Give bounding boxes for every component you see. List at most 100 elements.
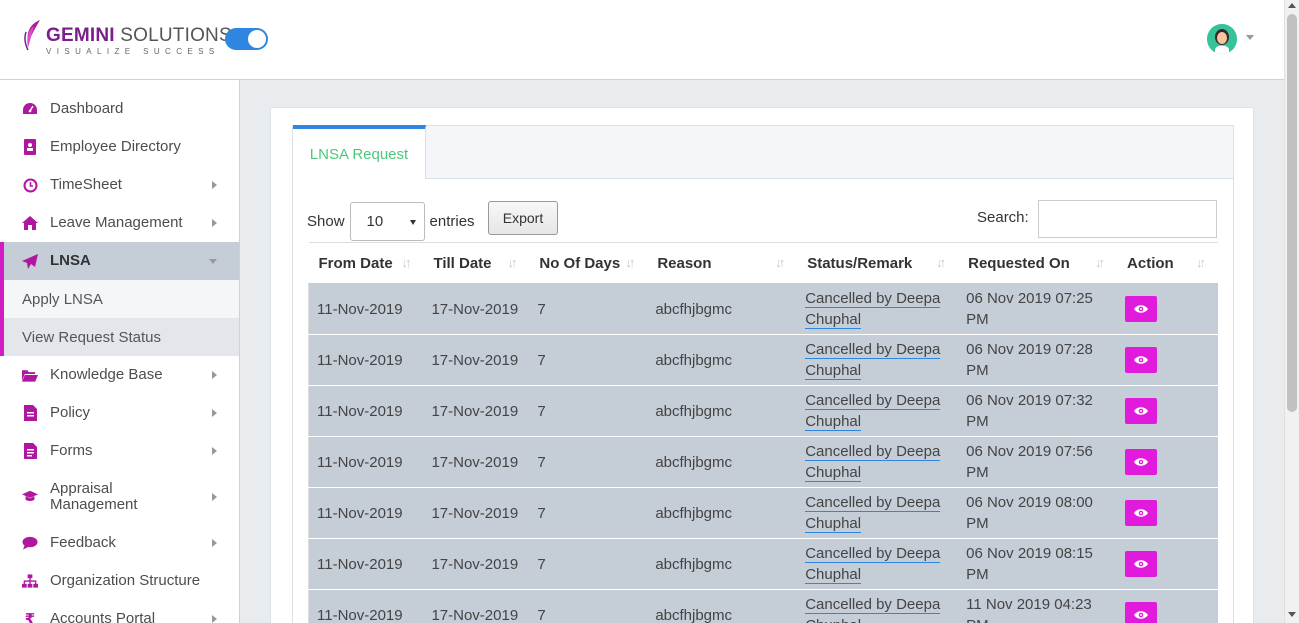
sidebar-item-forms[interactable]: Forms	[0, 432, 239, 470]
caret-right-icon	[212, 615, 217, 623]
column-header-from-date[interactable]: From Date ↓↑	[308, 242, 424, 284]
cell-reason: abcfhjbgmc	[647, 538, 798, 590]
scrollbar-thumb[interactable]	[1287, 14, 1297, 412]
cell-status-remark: Cancelled by Deepa Chuphal	[797, 538, 959, 590]
user-menu-caret-icon[interactable]	[1246, 35, 1254, 40]
column-header-till-date[interactable]: Till Date ↓↑	[423, 242, 530, 284]
table-row: 11-Nov-2019 17-Nov-2019 7 abcfhjbgmc Cancell…	[308, 589, 1218, 623]
sidebar-item-timesheet[interactable]: TimeSheet	[0, 166, 239, 204]
sidebar-item-accounts-portal[interactable]: ₹ Accounts Portal	[0, 600, 239, 623]
status-remark-link[interactable]: Cancelled by Deepa Chuphal	[805, 596, 941, 623]
requested-on-line-1: 06 Nov 2019 07:28	[966, 341, 1093, 358]
tab-lnsa-request[interactable]: LNSA Request	[293, 125, 426, 180]
view-details-button[interactable]	[1125, 602, 1158, 623]
cell-from-date: 11-Nov-2019	[308, 538, 424, 590]
export-button[interactable]: Export	[488, 201, 558, 235]
column-header-no-of-days[interactable]: No Of Days ↓↑	[529, 242, 648, 284]
till-date-text: 17-Nov-2019	[431, 300, 519, 318]
sidebar-item-feedback[interactable]: Feedback	[0, 524, 239, 562]
reason-text: abcfhjbgmc	[655, 504, 733, 522]
from-date-text: 11-Nov-2019	[317, 555, 403, 573]
cell-status-remark: Cancelled by Deepa Chuphal	[797, 487, 959, 539]
theme-toggle[interactable]	[225, 28, 268, 50]
status-line-1: Cancelled by Deepa	[805, 443, 941, 460]
cell-action	[1117, 385, 1218, 437]
folder-open-icon	[22, 367, 38, 383]
cell-till-date: 17-Nov-2019	[423, 538, 530, 590]
table-row: 11-Nov-2019 17-Nov-2019 7 abcfhjbgmc Cancell…	[308, 436, 1218, 488]
sidebar-item-policy[interactable]: Policy	[0, 394, 239, 432]
user-avatar[interactable]	[1207, 24, 1237, 54]
sidebar-item-lnsa[interactable]: LNSA	[0, 242, 239, 280]
table-row: 11-Nov-2019 17-Nov-2019 7 abcfhjbgmc Cancell…	[308, 538, 1218, 590]
cell-requested-on: 11 Nov 2019 04:23 PM	[958, 589, 1118, 623]
status-remark-link[interactable]: Cancelled by Deepa Chuphal	[805, 392, 941, 431]
sidebar-item-label: Leave Management	[50, 214, 183, 231]
no-of-days-text: 7	[537, 453, 546, 471]
cell-till-date: 17-Nov-2019	[423, 283, 530, 335]
view-details-button[interactable]	[1125, 551, 1158, 577]
address-book-icon	[22, 139, 38, 155]
cell-reason: abcfhjbgmc	[647, 385, 798, 437]
caret-right-icon	[212, 409, 217, 417]
cell-requested-on: 06 Nov 2019 07:25 PM	[958, 283, 1118, 335]
scroll-up-arrow-icon[interactable]	[1288, 3, 1296, 8]
caret-right-icon	[212, 181, 217, 189]
sort-icon: ↓↑	[625, 255, 635, 270]
column-header-requested-on[interactable]: Requested On ↓↑	[958, 242, 1118, 284]
sidebar-item-employee-directory[interactable]: Employee Directory	[0, 128, 239, 166]
status-remark-link[interactable]: Cancelled by Deepa Chuphal	[805, 341, 941, 380]
brand-logo[interactable]: GEMINI SOLUTIONS VISUALIZE SUCCESS	[22, 18, 232, 57]
status-remark-link[interactable]: Cancelled by Deepa Chuphal	[805, 290, 941, 329]
sidebar-item-knowledge-base[interactable]: Knowledge Base	[0, 356, 239, 394]
view-details-button[interactable]	[1125, 500, 1158, 526]
status-remark-link[interactable]: Cancelled by Deepa Chuphal	[805, 443, 941, 482]
entries-select[interactable]: 10	[349, 202, 425, 241]
sort-icon: ↓↑	[401, 255, 411, 270]
cell-action	[1117, 283, 1218, 335]
sidebar-item-label: Knowledge Base	[50, 366, 163, 383]
view-details-button[interactable]	[1125, 449, 1158, 475]
status-line-2: Chuphal	[805, 464, 862, 481]
eye-icon	[1134, 305, 1149, 313]
till-date-text: 17-Nov-2019	[431, 453, 519, 471]
eye-icon	[1134, 560, 1149, 568]
sidebar-item-organization-structure[interactable]: Organization Structure	[0, 562, 239, 600]
column-header-action[interactable]: Action ↓↑	[1117, 242, 1218, 284]
from-date-text: 11-Nov-2019	[317, 453, 403, 471]
sidebar-subitem-view-request-status[interactable]: View Request Status	[0, 318, 239, 356]
reason-text: abcfhjbgmc	[655, 300, 733, 318]
search-input[interactable]	[1038, 200, 1217, 238]
sidebar-item-leave-management[interactable]: Leave Management	[0, 204, 239, 242]
requested-on-line-2: PM	[966, 413, 989, 430]
status-line-2: Chuphal	[805, 566, 862, 583]
cell-no-of-days: 7	[529, 436, 648, 488]
cell-reason: abcfhjbgmc	[647, 283, 798, 335]
status-remark-link[interactable]: Cancelled by Deepa Chuphal	[805, 545, 941, 584]
scroll-down-arrow-icon[interactable]	[1288, 612, 1296, 617]
column-header-reason[interactable]: Reason ↓↑	[647, 242, 798, 284]
column-header-label: Status/Remark	[807, 254, 913, 272]
view-details-button[interactable]	[1125, 347, 1158, 373]
requested-on-line-2: PM	[966, 617, 989, 623]
status-remark-link[interactable]: Cancelled by Deepa Chuphal	[805, 494, 941, 533]
cell-no-of-days: 7	[529, 283, 648, 335]
status-line-1: Cancelled by Deepa	[805, 392, 941, 409]
page-scrollbar[interactable]	[1284, 0, 1299, 623]
column-header-status-remark[interactable]: Status/Remark ↓↑	[797, 242, 959, 284]
cell-status-remark: Cancelled by Deepa Chuphal	[797, 385, 959, 437]
cell-no-of-days: 7	[529, 589, 648, 623]
view-details-button[interactable]	[1125, 296, 1158, 322]
from-date-text: 11-Nov-2019	[317, 402, 403, 420]
sidebar-subitem-apply-lnsa[interactable]: Apply LNSA	[0, 280, 239, 318]
requested-on-line-1: 06 Nov 2019 08:00	[966, 494, 1093, 511]
sidebar-item-appraisal-management[interactable]: Appraisal Management	[0, 470, 239, 524]
cell-no-of-days: 7	[529, 538, 648, 590]
view-details-button[interactable]	[1125, 398, 1158, 424]
cell-action	[1117, 334, 1218, 386]
sidebar-item-dashboard[interactable]: Dashboard	[0, 90, 239, 128]
avatar-person-icon	[1207, 24, 1237, 54]
cell-requested-on: 06 Nov 2019 07:56 PM	[958, 436, 1118, 488]
requested-on-line-1: 06 Nov 2019 07:25	[966, 290, 1093, 307]
cell-no-of-days: 7	[529, 487, 648, 539]
